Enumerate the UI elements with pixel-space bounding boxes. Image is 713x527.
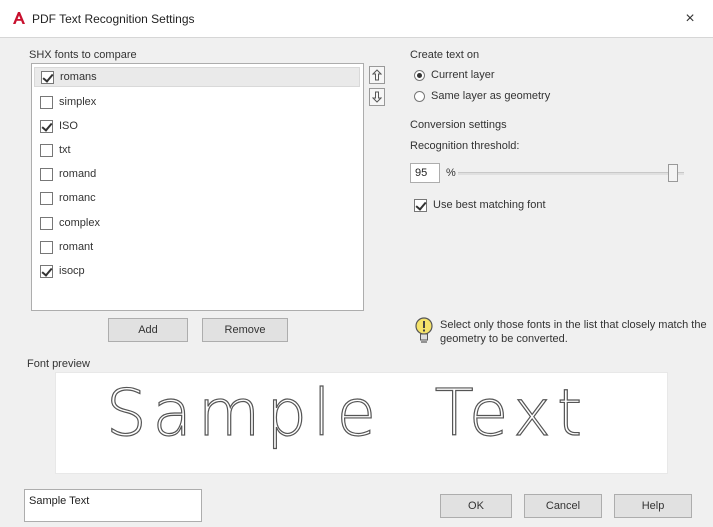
font-item-txt[interactable]: txt xyxy=(40,140,356,160)
create-text-on-label: Create text on xyxy=(410,49,480,61)
font-item-iso[interactable]: ISO xyxy=(40,116,356,136)
recognition-threshold-label: Recognition threshold: xyxy=(410,140,520,152)
font-preview-text: Sample Text xyxy=(105,376,589,451)
font-preview-area: Sample Text xyxy=(55,372,668,474)
sample-text-input[interactable]: Sample Text xyxy=(24,489,202,522)
font-checkbox-romant[interactable] xyxy=(40,240,53,254)
radio-button[interactable] xyxy=(414,90,425,102)
font-name: complex xyxy=(59,217,100,229)
radio-button[interactable] xyxy=(414,69,425,81)
font-item-romanc[interactable]: romanc xyxy=(40,188,356,208)
font-item-romans[interactable]: romans xyxy=(34,67,360,87)
font-checkbox-romand[interactable] xyxy=(40,167,53,181)
radio-label: Current layer xyxy=(431,69,495,81)
font-item-simplex[interactable]: simplex xyxy=(40,92,356,112)
font-checkbox-txt[interactable] xyxy=(40,143,53,157)
font-item-complex[interactable]: complex xyxy=(40,213,356,233)
use-best-font-checkbox[interactable] xyxy=(414,198,427,212)
font-name: simplex xyxy=(59,96,97,108)
move-up-icon xyxy=(372,69,382,81)
font-checkbox-romans[interactable] xyxy=(41,70,54,84)
font-item-romand[interactable]: romand xyxy=(40,164,356,184)
use-best-font-label: Use best matching font xyxy=(433,199,546,211)
shx-fonts-label: SHX fonts to compare xyxy=(29,49,137,61)
font-item-isocp[interactable]: isocp xyxy=(40,261,356,281)
font-preview-label: Font preview xyxy=(27,358,90,370)
font-name: romans xyxy=(60,71,97,83)
font-checkbox-complex[interactable] xyxy=(40,216,53,230)
move-down-button[interactable] xyxy=(369,88,385,106)
radio-current-layer[interactable]: Current layer xyxy=(414,67,495,83)
window-title: PDF Text Recognition Settings xyxy=(32,12,195,26)
font-checkbox-iso[interactable] xyxy=(40,119,53,133)
use-best-font-checkbox-row[interactable]: Use best matching font xyxy=(414,197,546,213)
shx-font-list[interactable]: romans simplex ISO txt romand romanc com… xyxy=(31,63,364,311)
hint-text: Select only those fonts in the list that… xyxy=(440,319,707,345)
autocad-a-icon xyxy=(13,12,25,24)
threshold-slider-track[interactable] xyxy=(458,172,684,175)
hint-box: Select only those fonts in the list that… xyxy=(414,316,707,350)
font-name: isocp xyxy=(59,265,85,277)
font-item-romant[interactable]: romant xyxy=(40,237,356,257)
radio-label: Same layer as geometry xyxy=(431,90,551,102)
add-button[interactable]: Add xyxy=(108,318,188,342)
font-name: romant xyxy=(59,241,94,253)
threshold-slider-thumb[interactable] xyxy=(667,164,678,182)
radio-same-layer[interactable]: Same layer as geometry xyxy=(414,88,550,104)
remove-button[interactable]: Remove xyxy=(202,318,288,342)
font-checkbox-isocp[interactable] xyxy=(40,264,53,278)
lightbulb-icon xyxy=(415,317,433,343)
move-up-button[interactable] xyxy=(369,66,385,84)
font-checkbox-simplex[interactable] xyxy=(40,95,53,109)
close-button[interactable]: × xyxy=(675,6,705,32)
font-name: romand xyxy=(59,168,97,180)
close-icon: × xyxy=(685,10,695,27)
cancel-button[interactable]: Cancel xyxy=(524,494,602,518)
conversion-settings-label: Conversion settings xyxy=(410,119,507,131)
move-down-icon xyxy=(372,91,382,103)
threshold-input[interactable]: 95 xyxy=(410,163,440,183)
font-checkbox-romanc[interactable] xyxy=(40,191,53,205)
threshold-unit: % xyxy=(446,167,456,179)
title-bar: PDF Text Recognition Settings × xyxy=(0,0,713,38)
font-name: txt xyxy=(59,144,71,156)
font-name: romanc xyxy=(59,192,96,204)
help-button[interactable]: Help xyxy=(614,494,692,518)
font-name: ISO xyxy=(59,120,78,132)
ok-button[interactable]: OK xyxy=(440,494,512,518)
